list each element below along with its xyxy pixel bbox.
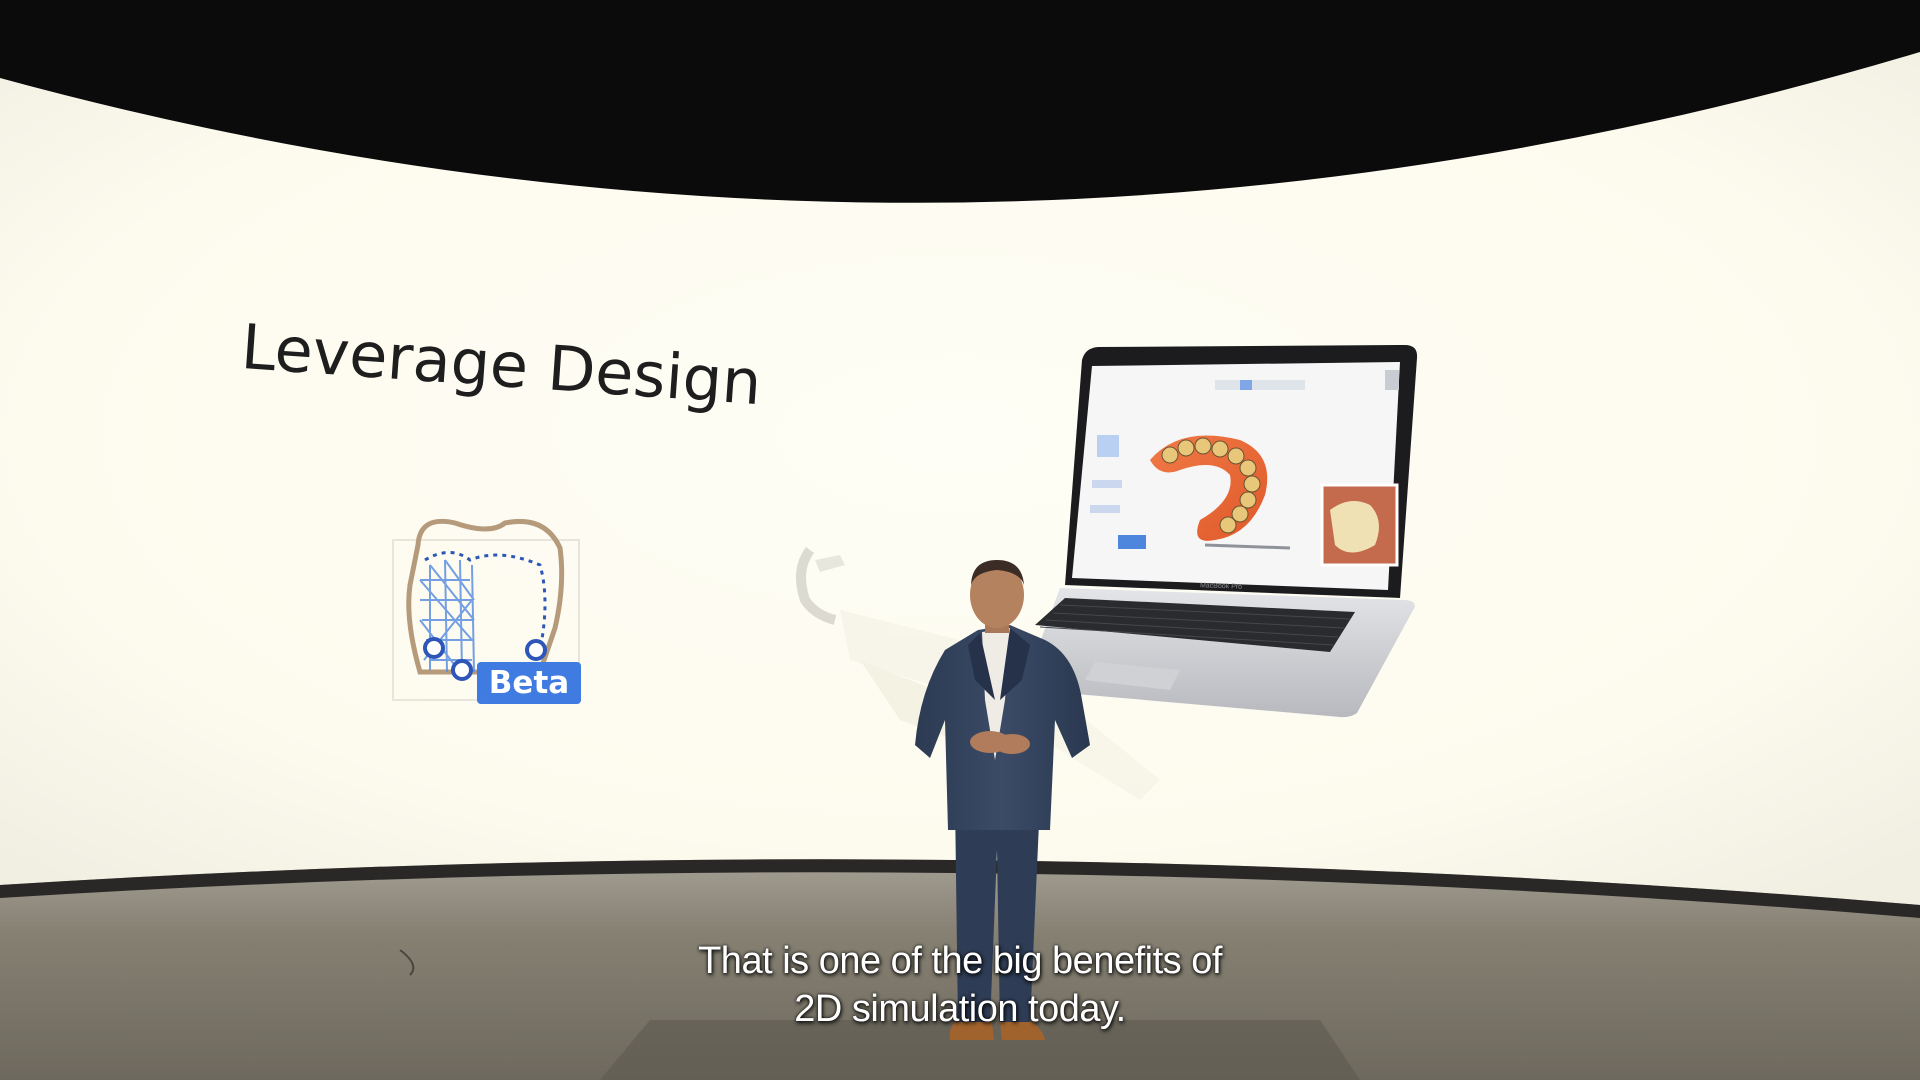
subtitle-line-1: That is one of the big benefits of (698, 940, 1222, 982)
subtitles: That is one of the big benefits of 2D si… (0, 937, 1920, 1033)
subtitle-line-2: 2D simulation today. (794, 988, 1126, 1030)
laptop-brand-label: MacBook Pro (1199, 582, 1243, 591)
stage-scene (0, 0, 1920, 1080)
beta-badge-label: Beta (488, 665, 570, 701)
laptop-image (1024, 345, 1418, 718)
